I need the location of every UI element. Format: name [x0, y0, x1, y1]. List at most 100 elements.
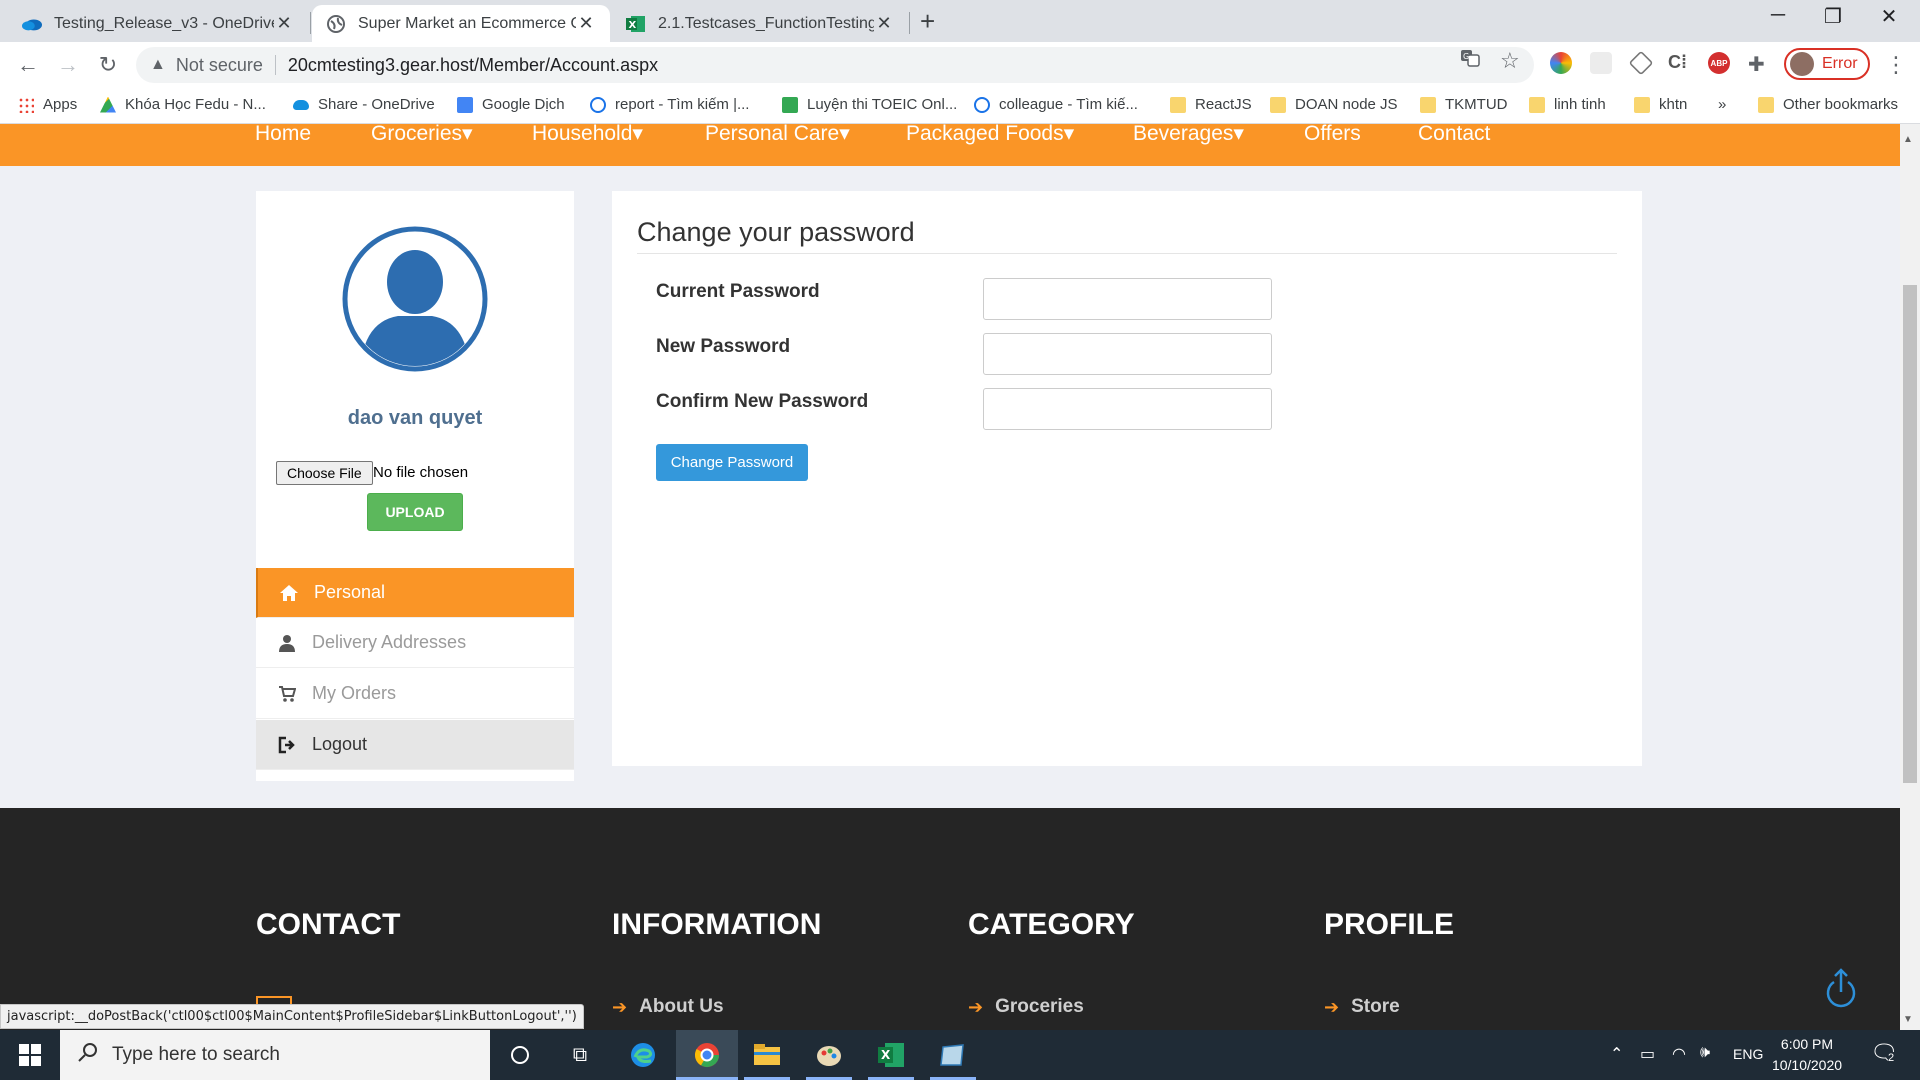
taskbar-clock[interactable]: 6:00 PM 10/10/2020 — [1762, 1034, 1852, 1076]
minimize-icon[interactable]: ─ — [1755, 4, 1801, 27]
compass-icon — [974, 96, 990, 113]
puzzle-icon[interactable]: ✚ — [1748, 52, 1770, 76]
bookmark-google-dich[interactable]: Google Dịch — [457, 96, 565, 113]
new-tab-button[interactable]: + — [920, 6, 935, 37]
tray-expand-icon[interactable]: ⌃ — [1610, 1044, 1623, 1064]
url-text[interactable]: 20cmtesting3.gear.host/Member/Account.as… — [288, 55, 658, 76]
sidebar-item-personal[interactable]: Personal — [256, 568, 574, 618]
tab-title: 2.1.Testcases_FunctionTesting.xlsx — [658, 14, 874, 32]
bookmark-reactjs[interactable]: ReactJS — [1170, 96, 1252, 113]
bookmarks-bar: Apps Khóa Học Fedu - N... Share - OneDri… — [0, 88, 1920, 124]
close-window-icon[interactable]: ✕ — [1866, 4, 1912, 29]
compass-icon — [590, 96, 606, 113]
site-footer: CONTACT INFORMATION CATEGORY PROFILE ➔ Ab… — [0, 808, 1900, 1030]
avatar — [1790, 52, 1814, 76]
bookmark-khtn[interactable]: khtn — [1634, 96, 1687, 113]
nav-personal-care[interactable]: Personal Care▾ — [705, 123, 850, 144]
footer-heading-category: CATEGORY — [968, 908, 1135, 941]
battery-icon[interactable]: ▭ — [1640, 1044, 1655, 1064]
file-status-text: No file chosen — [373, 464, 469, 481]
bookmark-toeic[interactable]: Luyện thi TOEIC Onl... — [782, 96, 957, 113]
bookmark-onedrive[interactable]: Share - OneDrive — [293, 96, 435, 113]
nav-household[interactable]: Household▾ — [532, 123, 643, 144]
sidebar-item-logout[interactable]: Logout — [256, 720, 574, 770]
new-password-label: New Password — [656, 336, 791, 357]
change-password-button[interactable]: Change Password — [656, 444, 808, 481]
confirm-password-label: Confirm New Password — [656, 391, 869, 412]
bookmark-apps[interactable]: Apps — [18, 96, 77, 113]
close-tab-icon[interactable]: ✕ — [874, 13, 894, 34]
nav-offers[interactable]: Offers — [1304, 123, 1361, 144]
profile-error-button[interactable]: Error — [1784, 48, 1870, 80]
svg-text:X: X — [881, 1048, 891, 1062]
warning-icon[interactable]: ▲ — [150, 56, 166, 74]
tab-excel[interactable]: X 2.1.Testcases_FunctionTesting.xlsx ✕ — [612, 5, 908, 42]
bookmark-tkmtud[interactable]: TKMTUD — [1420, 96, 1508, 113]
home-icon — [278, 584, 300, 602]
chrome-icon[interactable] — [690, 1038, 724, 1072]
more-menu-icon[interactable]: ⋮ — [1882, 52, 1910, 78]
nav-groceries[interactable]: Groceries▾ — [371, 123, 473, 144]
tab-supermarket[interactable]: Super Market an Ecommerce Onl ✕ — [312, 5, 610, 42]
scroll-down-icon[interactable]: ▼ — [1903, 1014, 1913, 1025]
clock-time: 6:00 PM — [1780, 1036, 1834, 1052]
taskbar-search-box[interactable]: Type here to search — [60, 1030, 490, 1080]
back-icon[interactable]: ← — [14, 52, 42, 78]
file-explorer-icon[interactable] — [750, 1038, 784, 1072]
clock-date: 10/10/2020 — [1771, 1057, 1843, 1073]
close-tab-icon[interactable]: ✕ — [576, 13, 596, 34]
adblock-icon[interactable]: ABP — [1708, 52, 1730, 74]
bookmark-fedu[interactable]: Khóa Học Fedu - N... — [100, 96, 266, 113]
restore-icon[interactable]: ❐ — [1810, 4, 1856, 29]
svg-text:X: X — [629, 20, 637, 31]
bookmark-star-icon[interactable]: ☆ — [1500, 48, 1520, 74]
cortana-icon[interactable] — [503, 1038, 537, 1072]
folder-icon — [1758, 96, 1774, 113]
scroll-up-icon[interactable]: ▲ — [1903, 134, 1913, 145]
confirm-password-input[interactable] — [983, 388, 1272, 430]
extension-c-icon[interactable]: C⁞ — [1668, 52, 1690, 74]
footer-link-store[interactable]: ➔ Store — [1324, 996, 1400, 1018]
upload-button[interactable]: UPLOAD — [367, 493, 463, 531]
footer-link-about-us[interactable]: ➔ About Us — [612, 996, 724, 1018]
paint-icon[interactable] — [812, 1038, 846, 1072]
tab-title: Testing_Release_v3 - OneDrive — [54, 14, 274, 32]
tab-title: Super Market an Ecommerce Onl — [358, 14, 576, 32]
current-password-input[interactable] — [983, 278, 1272, 320]
nav-contact[interactable]: Contact — [1418, 123, 1490, 144]
close-tab-icon[interactable]: ✕ — [274, 13, 294, 34]
profile-status-label: Error — [1822, 55, 1858, 72]
nav-packaged-foods[interactable]: Packaged Foods▾ — [906, 123, 1074, 144]
nav-home[interactable]: Home — [255, 123, 311, 144]
scrollbar-thumb[interactable] — [1903, 285, 1917, 783]
bookmark-other[interactable]: Other bookmarks — [1758, 96, 1898, 113]
language-indicator[interactable]: ENG — [1733, 1046, 1763, 1062]
bookmark-report[interactable]: report - Tìm kiếm |... — [590, 96, 749, 113]
volume-icon[interactable]: 🕪 — [1700, 1044, 1710, 1062]
bookmark-doan-node[interactable]: DOAN node JS — [1270, 96, 1398, 113]
bookmark-linh-tinh[interactable]: linh tinh — [1529, 96, 1606, 113]
tab-onedrive[interactable]: Testing_Release_v3 - OneDrive ✕ — [8, 5, 308, 42]
choose-file-button[interactable]: Choose File — [276, 461, 373, 485]
footer-link-groceries[interactable]: ➔ Groceries — [968, 996, 1084, 1018]
reload-icon[interactable]: ↻ — [94, 52, 122, 78]
edge-icon[interactable] — [626, 1038, 660, 1072]
address-bar[interactable]: ▲ Not secure 20cmtesting3.gear.host/Memb… — [136, 47, 1534, 83]
extension-blank-icon[interactable] — [1590, 52, 1612, 74]
new-password-input[interactable] — [983, 333, 1272, 375]
excel-icon[interactable]: X — [874, 1038, 908, 1072]
scroll-to-top-icon[interactable] — [1824, 968, 1858, 1010]
nav-beverages[interactable]: Beverages▾ — [1133, 123, 1244, 144]
wifi-icon[interactable]: ◠ — [1672, 1044, 1686, 1064]
sidebar-item-my-orders[interactable]: My Orders — [256, 669, 574, 719]
forward-icon[interactable]: → — [54, 52, 82, 78]
notification-count-badge: 2 — [1888, 1052, 1895, 1064]
notes-app-icon[interactable] — [936, 1038, 970, 1072]
extension-color-icon[interactable] — [1550, 52, 1572, 74]
translate-icon[interactable]: G — [1460, 48, 1480, 73]
bookmarks-overflow-button[interactable]: » — [1718, 96, 1726, 113]
task-view-icon[interactable]: ⧉ — [563, 1038, 597, 1072]
sidebar-item-delivery-addresses[interactable]: Delivery Addresses — [256, 618, 574, 668]
windows-start-icon[interactable] — [0, 1030, 60, 1080]
bookmark-colleague[interactable]: colleague - Tìm kiế... — [974, 96, 1138, 113]
